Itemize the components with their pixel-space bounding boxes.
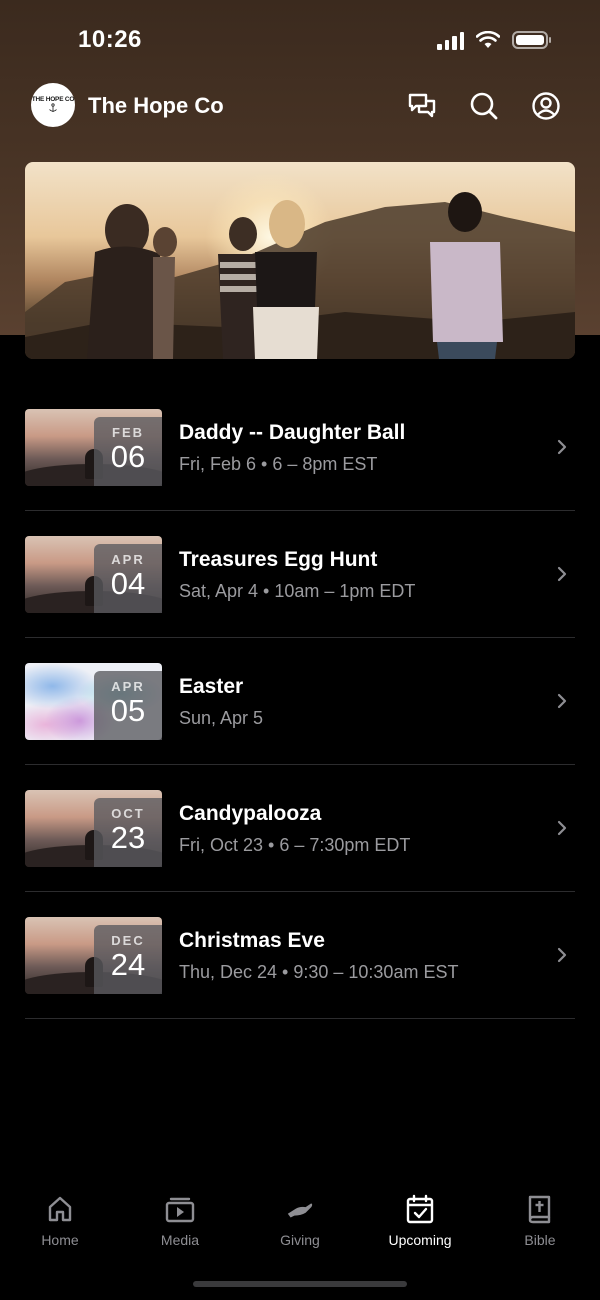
status-time: 10:26	[78, 26, 142, 53]
bible-icon	[528, 1195, 551, 1224]
event-row[interactable]: OCT 23 Candypalooza Fri, Oct 23 • 6 – 7:…	[25, 765, 575, 892]
tab-label: Bible	[524, 1232, 556, 1248]
date-badge: FEB 06	[94, 417, 162, 486]
event-row[interactable]: APR 04 Treasures Egg Hunt Sat, Apr 4 • 1…	[25, 511, 575, 638]
event-datetime: Sat, Apr 4 • 10am – 1pm EDT	[179, 581, 416, 601]
date-month: OCT	[111, 806, 145, 821]
chevron-right-icon	[557, 693, 567, 709]
app-title: The Hope Co	[88, 93, 224, 118]
home-indicator[interactable]	[193, 1281, 407, 1287]
tab-label: Home	[41, 1232, 79, 1248]
date-day: 23	[110, 820, 146, 855]
chevron-right-icon	[557, 947, 567, 963]
tab-giving[interactable]: Giving	[240, 1186, 360, 1266]
battery-icon	[512, 31, 551, 49]
date-badge: OCT 23	[94, 798, 162, 867]
event-title: Treasures Egg Hunt	[179, 548, 378, 571]
search-icon	[470, 92, 498, 120]
tab-label: Media	[160, 1232, 200, 1248]
tab-home[interactable]: Home	[0, 1186, 120, 1266]
tab-icon-wrap	[405, 1194, 435, 1224]
date-day: 04	[110, 566, 146, 601]
date-day: 06	[110, 439, 146, 474]
tab-media[interactable]: Media	[120, 1186, 240, 1266]
account-icon	[532, 92, 560, 120]
date-badge: APR 05	[94, 671, 162, 740]
hero-scene	[25, 192, 575, 359]
status-bar: 10:26	[0, 0, 600, 80]
home-icon	[48, 1196, 72, 1222]
date-badge: DEC 24	[94, 925, 162, 994]
date-month: APR	[111, 552, 145, 567]
event-row[interactable]: FEB 06 Daddy -- Daughter Ball Fri, Feb 6…	[25, 384, 575, 511]
tab-icon-wrap	[525, 1194, 555, 1224]
event-title: Candypalooza	[179, 802, 322, 825]
event-datetime: Thu, Dec 24 • 9:30 – 10:30am EST	[179, 962, 459, 982]
event-title: Christmas Eve	[179, 929, 325, 952]
chat-icon	[408, 93, 436, 118]
wifi-icon	[476, 31, 500, 48]
search-button[interactable]	[468, 90, 500, 122]
hero-banner-image[interactable]	[25, 162, 575, 359]
tab-label: Upcoming	[388, 1232, 452, 1248]
status-icons	[437, 30, 551, 50]
media-icon	[165, 1197, 195, 1223]
tab-icon-wrap	[165, 1194, 195, 1224]
tab-label: Giving	[280, 1232, 320, 1248]
date-month: DEC	[111, 933, 145, 948]
cellular-signal-icon	[437, 30, 464, 50]
date-month: APR	[111, 679, 145, 694]
date-month: FEB	[112, 425, 144, 440]
anchor-icon	[49, 103, 57, 113]
app-header: THE HOPE CO The Hope Co	[0, 80, 600, 132]
event-datetime: Fri, Feb 6 • 6 – 8pm EST	[179, 454, 378, 474]
brand-logo[interactable]: THE HOPE CO	[31, 83, 75, 127]
chevron-right-icon	[557, 820, 567, 836]
date-day: 24	[110, 947, 146, 982]
event-title: Easter	[179, 675, 244, 698]
date-badge: APR 04	[94, 544, 162, 613]
header-actions	[406, 90, 562, 122]
events-list: FEB 06 Daddy -- Daughter Ball Fri, Feb 6…	[25, 384, 575, 1019]
tab-bar: Home Media Giving Upcoming Bible	[0, 1186, 600, 1266]
event-row[interactable]: APR 05 Easter Sun, Apr 5	[25, 638, 575, 765]
tab-icon-wrap	[285, 1194, 315, 1224]
account-button[interactable]	[530, 90, 562, 122]
date-day: 05	[110, 693, 146, 728]
tab-upcoming[interactable]: Upcoming	[360, 1186, 480, 1266]
tab-icon-wrap	[45, 1194, 75, 1224]
chevron-right-icon	[557, 566, 567, 582]
event-datetime: Sun, Apr 5	[179, 708, 264, 728]
chat-button[interactable]	[406, 90, 438, 122]
event-row[interactable]: DEC 24 Christmas Eve Thu, Dec 24 • 9:30 …	[25, 892, 575, 1019]
calendar-icon	[406, 1194, 434, 1224]
giving-icon	[287, 1203, 313, 1218]
chevron-right-icon	[557, 439, 567, 455]
event-datetime: Fri, Oct 23 • 6 – 7:30pm EDT	[179, 835, 411, 855]
event-title: Daddy -- Daughter Ball	[179, 421, 406, 444]
tab-bible[interactable]: Bible	[480, 1186, 600, 1266]
